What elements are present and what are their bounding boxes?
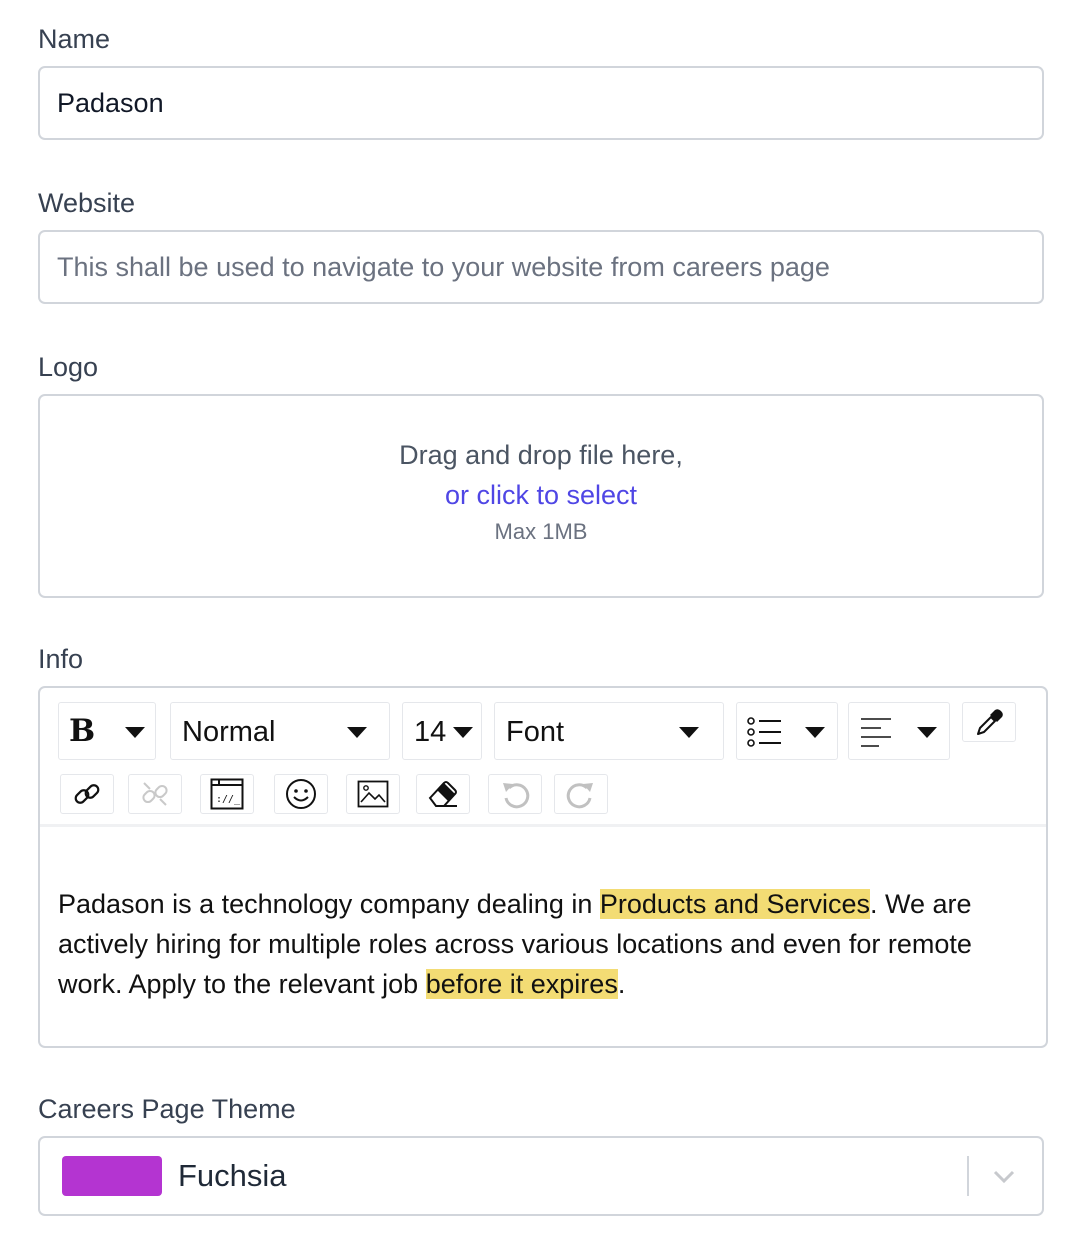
embed-icon: ://_ <box>210 778 244 810</box>
chevron-down-icon <box>805 727 825 738</box>
highlighted-text: before it expires <box>425 969 618 999</box>
chevron-down-icon <box>453 727 473 738</box>
list-icon <box>747 717 781 747</box>
eyedropper-icon <box>977 709 1003 735</box>
redo-icon <box>566 783 593 809</box>
theme-label: Careers Page Theme <box>38 1094 296 1124</box>
embed-button[interactable]: ://_ <box>200 774 254 814</box>
chevron-down-icon[interactable] <box>990 1164 1018 1188</box>
theme-selected-value: Fuchsia <box>178 1158 287 1193</box>
toolbar-divider <box>40 824 1046 827</box>
max-size-text: Max 1MB <box>494 519 588 544</box>
emoji-icon <box>286 779 316 809</box>
clear-format-button[interactable] <box>416 774 470 814</box>
editor-content[interactable]: Padason is a technology company dealing … <box>58 884 1018 1004</box>
font-family-value: Font <box>506 716 565 748</box>
list-dropdown[interactable] <box>736 702 838 760</box>
eraser-icon <box>428 781 457 807</box>
click-to-select-link[interactable]: or click to select <box>40 480 1042 511</box>
content-text: Padason is a technology company dealing … <box>58 889 600 919</box>
unlink-icon <box>142 782 168 806</box>
color-picker-button[interactable] <box>962 702 1016 742</box>
name-input[interactable] <box>38 66 1044 140</box>
block-format-value: Normal <box>182 716 276 748</box>
link-icon <box>74 784 100 804</box>
bold-dropdown[interactable]: B <box>58 702 156 760</box>
logo-dropzone[interactable]: Drag and drop file here, or click to sel… <box>38 394 1044 598</box>
svg-text:://_: ://_ <box>216 794 241 805</box>
unlink-button[interactable] <box>128 774 182 814</box>
font-size-value: 14 <box>414 716 447 748</box>
block-format-dropdown[interactable]: Normal <box>170 702 390 760</box>
content-text: . <box>617 969 626 999</box>
link-button[interactable] <box>60 774 114 814</box>
dropzone-text: Drag and drop file here, <box>399 440 683 470</box>
redo-button[interactable] <box>554 774 608 814</box>
theme-select[interactable]: Fuchsia <box>38 1136 1044 1216</box>
chevron-down-icon <box>917 727 937 738</box>
bold-icon: B <box>69 713 96 749</box>
color-swatch <box>62 1156 162 1196</box>
undo-button[interactable] <box>488 774 542 814</box>
chevron-down-icon <box>347 727 367 738</box>
image-button[interactable] <box>346 774 400 814</box>
website-label: Website <box>38 188 136 218</box>
align-dropdown[interactable] <box>848 702 950 760</box>
select-divider <box>967 1156 969 1196</box>
website-input[interactable] <box>38 230 1044 304</box>
chevron-down-icon <box>679 727 699 738</box>
undo-icon <box>503 783 530 809</box>
image-icon <box>357 780 389 808</box>
logo-label: Logo <box>38 352 99 382</box>
highlighted-text: Products and Services <box>599 889 870 919</box>
chevron-down-icon <box>125 727 145 738</box>
align-left-icon <box>861 718 891 747</box>
font-family-dropdown[interactable]: Font <box>494 702 724 760</box>
name-label: Name <box>38 24 111 54</box>
emoji-button[interactable] <box>274 774 328 814</box>
info-label: Info <box>38 644 84 674</box>
font-size-dropdown[interactable]: 14 <box>402 702 482 760</box>
rich-text-editor: B Normal 14 Font://_ Padason is a techn… <box>38 686 1048 1048</box>
